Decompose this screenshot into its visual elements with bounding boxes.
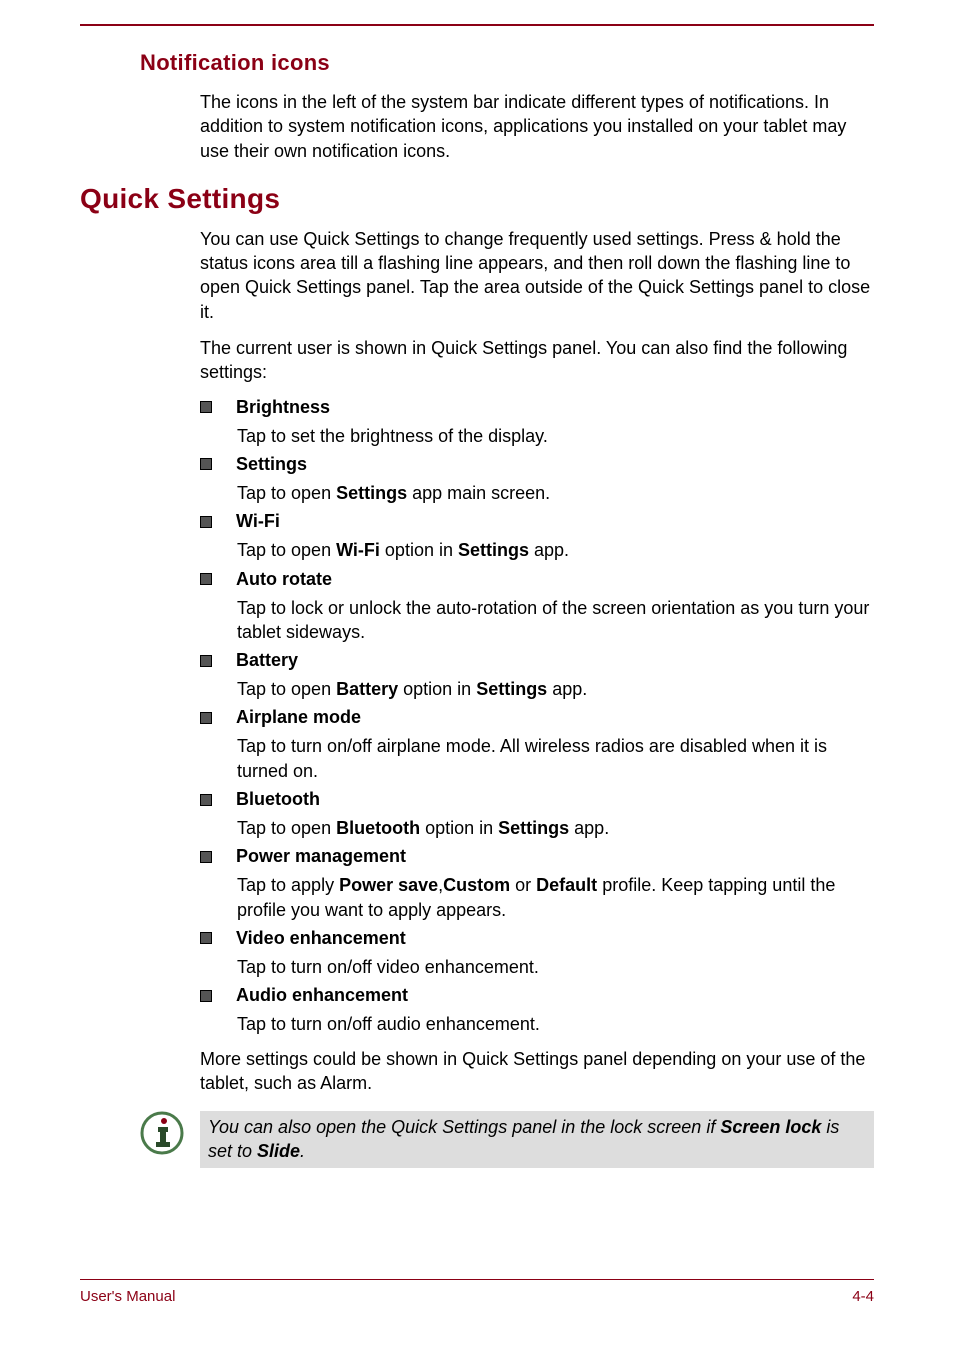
text: option in [398,679,476,699]
bold-text: Wi-Fi [336,540,380,560]
text: Tap to open [237,679,336,699]
heading-quick-settings: Quick Settings [80,183,874,215]
text: Tap to open [237,818,336,838]
setting-title: Battery [236,650,298,671]
setting-settings: Settings Tap to open Settings app main s… [200,454,874,505]
bullet-icon [200,794,212,806]
bold-text: Settings [476,679,547,699]
bullet-icon [200,401,212,413]
setting-title: Power management [236,846,406,867]
bold-text: Screen lock [720,1117,821,1137]
bold-text: Power save [339,875,438,895]
footer-right: 4-4 [852,1288,874,1305]
setting-desc: Tap to open Settings app main screen. [237,481,874,505]
setting-autorotate: Auto rotate Tap to lock or unlock the au… [200,569,874,645]
text: option in [380,540,458,560]
bullet-icon [200,712,212,724]
setting-title: Auto rotate [236,569,332,590]
setting-battery: Battery Tap to open Battery option in Se… [200,650,874,701]
text: app. [547,679,587,699]
bold-text: Settings [336,483,407,503]
setting-desc: Tap to turn on/off video enhancement. [237,955,874,979]
heading-notification-icons: Notification icons [140,50,874,76]
bold-text: Custom [443,875,510,895]
text: or [510,875,536,895]
note-block: You can also open the Quick Settings pan… [140,1111,874,1168]
text: . [300,1141,305,1161]
page-footer: User's Manual 4-4 [80,1279,874,1305]
notification-paragraph: The icons in the left of the system bar … [200,90,874,163]
info-icon [140,1111,184,1155]
text: Tap to open [237,540,336,560]
setting-desc: Tap to turn on/off airplane mode. All wi… [237,734,874,783]
setting-desc: Tap to open Bluetooth option in Settings… [237,816,874,840]
setting-title: Airplane mode [236,707,361,728]
setting-airplane: Airplane mode Tap to turn on/off airplan… [200,707,874,783]
setting-desc: Tap to apply Power save,Custom or Defaul… [237,873,874,922]
note-text: You can also open the Quick Settings pan… [208,1115,866,1164]
setting-desc: Tap to lock or unlock the auto-rotation … [237,596,874,645]
setting-desc: Tap to set the brightness of the display… [237,424,874,448]
setting-title: Settings [236,454,307,475]
setting-title: Audio enhancement [236,985,408,1006]
footer-left: User's Manual [80,1288,175,1305]
bullet-icon [200,516,212,528]
setting-wifi: Wi-Fi Tap to open Wi-Fi option in Settin… [200,511,874,562]
text: app. [529,540,569,560]
bold-text: Bluetooth [336,818,420,838]
text: Tap to open [237,483,336,503]
setting-desc: Tap to turn on/off audio enhancement. [237,1012,874,1036]
text: option in [420,818,498,838]
quick-settings-para3: More settings could be shown in Quick Se… [200,1047,874,1096]
text: Tap to apply [237,875,339,895]
setting-title: Brightness [236,397,330,418]
bullet-icon [200,851,212,863]
setting-desc: Tap to open Wi-Fi option in Settings app… [237,538,874,562]
setting-title: Wi-Fi [236,511,280,532]
text: You can also open the Quick Settings pan… [208,1117,720,1137]
setting-power: Power management Tap to apply Power save… [200,846,874,922]
bold-text: Slide [257,1141,300,1161]
quick-settings-para1: You can use Quick Settings to change fre… [200,227,874,324]
setting-title: Bluetooth [236,789,320,810]
text: app main screen. [407,483,550,503]
bullet-icon [200,932,212,944]
quick-settings-para2: The current user is shown in Quick Setti… [200,336,874,385]
text: app. [569,818,609,838]
setting-audio: Audio enhancement Tap to turn on/off aud… [200,985,874,1036]
bullet-icon [200,573,212,585]
bold-text: Settings [498,818,569,838]
bold-text: Settings [458,540,529,560]
setting-brightness: Brightness Tap to set the brightness of … [200,397,874,448]
bullet-icon [200,990,212,1002]
setting-desc: Tap to open Battery option in Settings a… [237,677,874,701]
setting-video: Video enhancement Tap to turn on/off vid… [200,928,874,979]
bold-text: Battery [336,679,398,699]
bullet-icon [200,458,212,470]
bullet-icon [200,655,212,667]
setting-title: Video enhancement [236,928,406,949]
bold-text: Default [536,875,597,895]
setting-bluetooth: Bluetooth Tap to open Bluetooth option i… [200,789,874,840]
